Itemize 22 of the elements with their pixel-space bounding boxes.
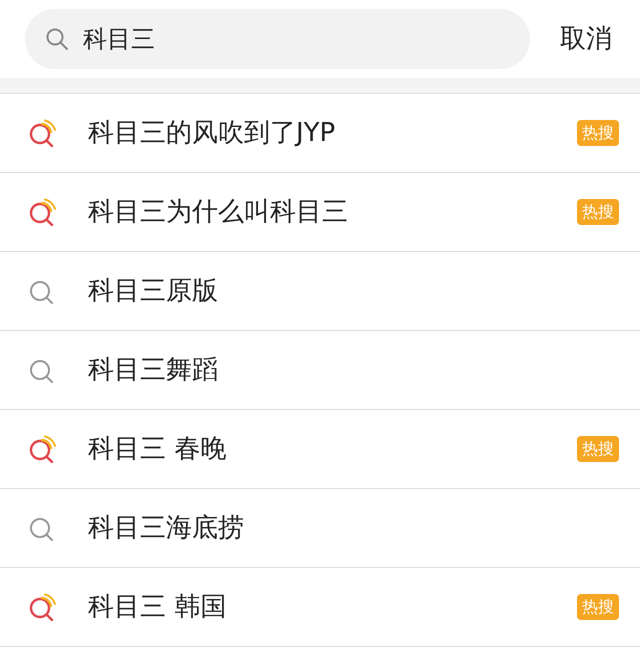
hot-badge: 热搜 [577,436,619,462]
suggestion-row[interactable]: 科目三 春晚 热搜 [0,410,640,489]
suggestion-row[interactable]: 科目三海底捞 [0,489,640,568]
suggestion-text: 科目三海底捞 [88,512,245,544]
hot-badge: 热搜 [577,120,619,146]
suggestion-text: 科目三舞蹈 [88,354,219,386]
suggestion-row[interactable]: 科目三为什么叫科目三 热搜 [0,173,640,252]
suggestion-row[interactable]: 科目三的风吹到了JYP 热搜 [0,94,640,173]
suggestion-row[interactable]: 科目三舞蹈 [0,331,640,410]
suggestion-text: 科目三 韩国 [88,590,228,624]
hot-badge: 热搜 [577,199,619,225]
suggestion-text: 科目三的风吹到了JYP [88,116,336,150]
suggestion-text: 科目三 春晚 [88,432,228,466]
suggestion-row[interactable]: 科目三原版 [0,252,640,331]
search-icon [45,27,69,51]
suggestion-text: 科目三原版 [88,274,219,308]
search-field[interactable]: 科目三 [25,9,530,69]
hot-badge: 热搜 [577,594,619,620]
suggestion-text: 科目三为什么叫科目三 [88,196,349,228]
suggestion-row[interactable]: 科目三 韩国 热搜 [0,568,640,647]
cancel-button[interactable]: 取消 [560,20,615,58]
search-input[interactable]: 科目三 [83,21,510,57]
